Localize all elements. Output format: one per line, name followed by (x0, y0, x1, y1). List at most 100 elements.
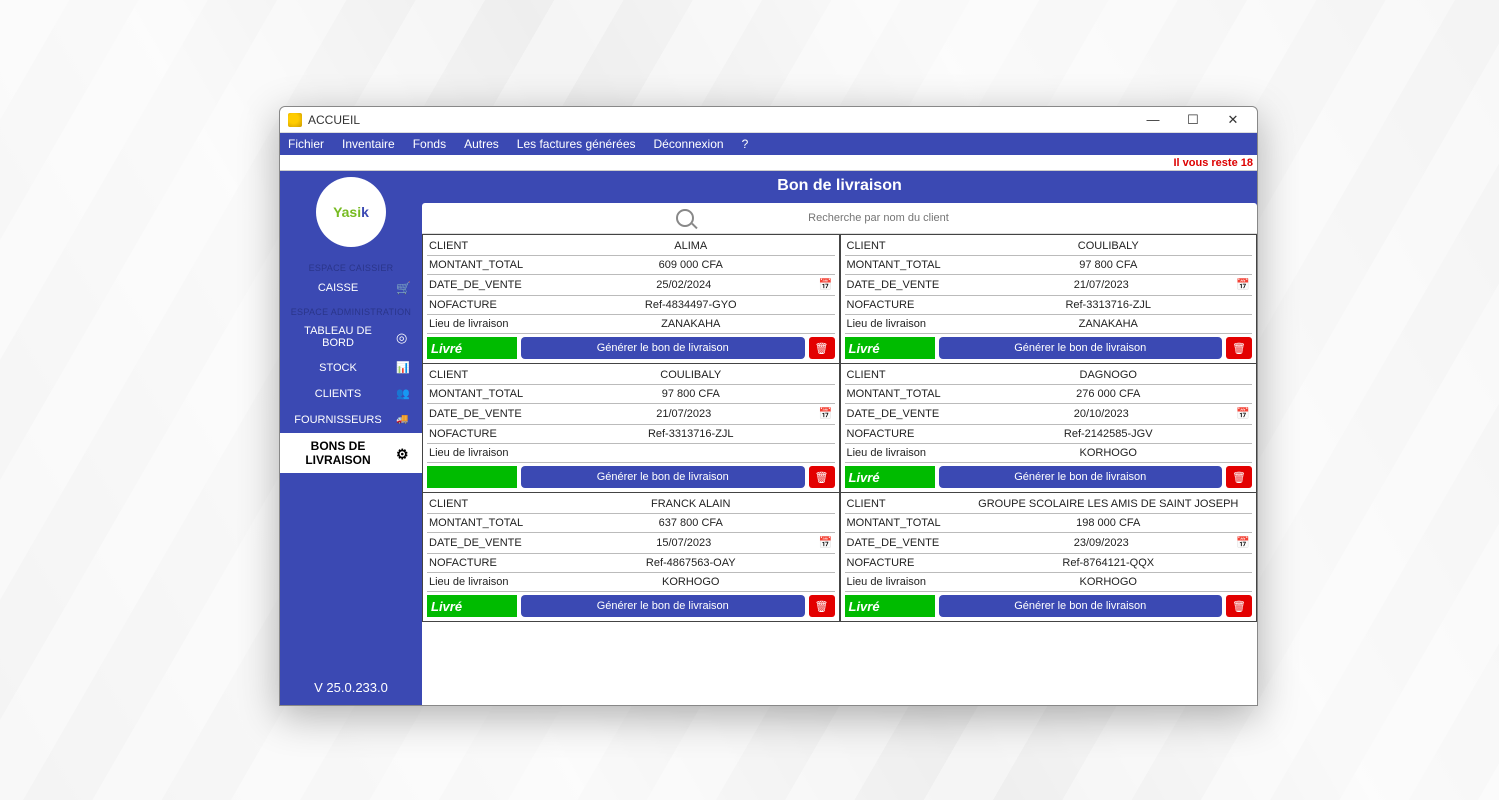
status-livre (427, 466, 517, 488)
window-title: ACCUEIL (308, 113, 360, 127)
field-value: Ref-3313716-ZJL (967, 299, 1251, 311)
status-livre: Livré (427, 337, 517, 359)
main-panel: Bon de livraison CLIENT ALIMA MONTANT_TO… (422, 171, 1257, 705)
field-value: 21/07/2023 (549, 408, 819, 420)
delete-button[interactable]: 🗑 (1226, 466, 1252, 488)
warning-text: Il vous reste 18 (1174, 157, 1254, 169)
sidebar-item-fournisseurs[interactable]: FOURNISSEURS (280, 407, 422, 433)
sidebar-item-bdl[interactable]: BONS DE LIVRAISON (280, 433, 422, 473)
menu-inventaire[interactable]: Inventaire (342, 137, 395, 151)
sidebar-item-clients[interactable]: CLIENTS (280, 381, 422, 407)
delete-button[interactable]: 🗑 (809, 466, 835, 488)
delivery-card: CLIENT GROUPE SCOLAIRE LES AMIS DE SAINT… (840, 493, 1258, 622)
app-window: ACCUEIL — ☐ ✕ Fichier Inventaire Fonds A… (279, 106, 1258, 706)
field-value: DAGNOGO (967, 369, 1251, 381)
calendar-icon[interactable]: 📅 (819, 536, 833, 550)
field-value: 15/07/2023 (549, 537, 819, 549)
cards-grid: CLIENT ALIMA MONTANT_TOTAL 609 000 CFA D… (422, 234, 1257, 622)
sidebar-item-caisse[interactable]: CAISSE (280, 275, 422, 301)
sidebar-item-stock[interactable]: STOCK (280, 355, 422, 381)
calendar-icon[interactable]: 📅 (1236, 278, 1250, 292)
field-value: Ref-2142585-JGV (967, 428, 1251, 440)
field-label: MONTANT_TOTAL (429, 517, 549, 529)
calendar-icon[interactable]: 📅 (819, 407, 833, 421)
card-row: NOFACTURE Ref-2142585-JGV (845, 425, 1253, 444)
cards-scroll[interactable]: CLIENT ALIMA MONTANT_TOTAL 609 000 CFA D… (422, 234, 1257, 705)
card-row: DATE_DE_VENTE 21/07/2023 📅 (427, 404, 835, 425)
field-value: GROUPE SCOLAIRE LES AMIS DE SAINT JOSEPH (967, 498, 1251, 510)
field-label: CLIENT (429, 240, 549, 252)
generate-bdl-button[interactable]: Générer le bon de livraison (939, 337, 1223, 359)
maximize-button[interactable]: ☐ (1173, 109, 1213, 131)
card-row: DATE_DE_VENTE 23/09/2023 📅 (845, 533, 1253, 554)
field-label: CLIENT (847, 240, 967, 252)
card-row: MONTANT_TOTAL 609 000 CFA (427, 256, 835, 275)
suppliers-icon (396, 413, 412, 427)
field-label: Lieu de livraison (429, 447, 549, 459)
field-label: Lieu de livraison (429, 576, 549, 588)
delete-button[interactable]: 🗑 (809, 595, 835, 617)
field-label: Lieu de livraison (429, 318, 549, 330)
sidebar-item-tdb[interactable]: TABLEAU DE BORD (280, 319, 422, 355)
generate-bdl-button[interactable]: Générer le bon de livraison (521, 466, 805, 488)
field-label: Lieu de livraison (847, 447, 967, 459)
delete-button[interactable]: 🗑 (1226, 337, 1252, 359)
field-label: MONTANT_TOTAL (847, 259, 967, 271)
menu-deconnexion[interactable]: Déconnexion (654, 137, 724, 151)
field-label: NOFACTURE (429, 428, 549, 440)
field-value: 637 800 CFA (549, 517, 833, 529)
status-livre: Livré (845, 337, 935, 359)
version-label: V 25.0.233.0 (314, 670, 388, 705)
card-row: CLIENT FRANCK ALAIN (427, 495, 835, 514)
field-value: 97 800 CFA (549, 388, 833, 400)
generate-bdl-button[interactable]: Générer le bon de livraison (939, 595, 1223, 617)
cart-icon (396, 281, 412, 295)
delete-button[interactable]: 🗑 (809, 337, 835, 359)
calendar-icon[interactable]: 📅 (1236, 536, 1250, 550)
field-label: NOFACTURE (847, 557, 967, 569)
delivery-card: CLIENT FRANCK ALAIN MONTANT_TOTAL 637 80… (422, 493, 840, 622)
generate-bdl-button[interactable]: Générer le bon de livraison (521, 337, 805, 359)
status-livre: Livré (845, 466, 935, 488)
menu-fichier[interactable]: Fichier (288, 137, 324, 151)
minimize-button[interactable]: — (1133, 109, 1173, 131)
menu-help[interactable]: ? (742, 137, 749, 151)
search-row (422, 203, 1257, 234)
card-row: Lieu de livraison (427, 444, 835, 463)
field-label: MONTANT_TOTAL (847, 388, 967, 400)
calendar-icon[interactable]: 📅 (1236, 407, 1250, 421)
field-label: NOFACTURE (847, 299, 967, 311)
search-input[interactable] (754, 212, 1004, 224)
generate-bdl-button[interactable]: Générer le bon de livraison (939, 466, 1223, 488)
menu-fonds[interactable]: Fonds (413, 137, 446, 151)
close-button[interactable]: ✕ (1213, 109, 1253, 131)
stock-icon (396, 361, 412, 375)
calendar-icon[interactable]: 📅 (819, 278, 833, 292)
card-row: CLIENT ALIMA (427, 237, 835, 256)
field-value: COULIBALY (549, 369, 833, 381)
menu-factures[interactable]: Les factures générées (517, 137, 636, 151)
card-row: MONTANT_TOTAL 276 000 CFA (845, 385, 1253, 404)
delete-button[interactable]: 🗑 (1226, 595, 1252, 617)
field-value: ZANAKAHA (967, 318, 1251, 330)
menu-autres[interactable]: Autres (464, 137, 499, 151)
card-row: MONTANT_TOTAL 97 800 CFA (427, 385, 835, 404)
field-label: CLIENT (847, 369, 967, 381)
card-row: CLIENT DAGNOGO (845, 366, 1253, 385)
generate-bdl-button[interactable]: Générer le bon de livraison (521, 595, 805, 617)
card-row: Lieu de livraison KORHOGO (845, 444, 1253, 463)
field-label: MONTANT_TOTAL (429, 388, 549, 400)
field-value: 21/07/2023 (967, 279, 1237, 291)
field-value: 23/09/2023 (967, 537, 1237, 549)
card-row: DATE_DE_VENTE 15/07/2023 📅 (427, 533, 835, 554)
card-row: MONTANT_TOTAL 637 800 CFA (427, 514, 835, 533)
card-row: NOFACTURE Ref-3313716-ZJL (845, 296, 1253, 315)
field-label: DATE_DE_VENTE (429, 279, 549, 291)
field-value: Ref-4834497-GYO (549, 299, 833, 311)
field-value: FRANCK ALAIN (549, 498, 833, 510)
field-value: 276 000 CFA (967, 388, 1251, 400)
card-row: MONTANT_TOTAL 97 800 CFA (845, 256, 1253, 275)
card-row: DATE_DE_VENTE 25/02/2024 📅 (427, 275, 835, 296)
dashboard-icon (396, 330, 412, 344)
field-value: KORHOGO (967, 576, 1251, 588)
